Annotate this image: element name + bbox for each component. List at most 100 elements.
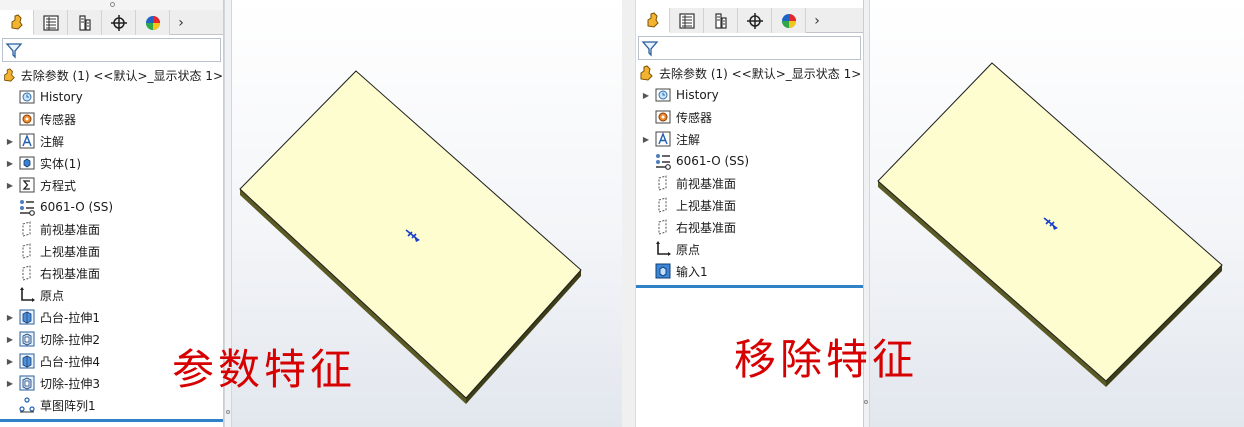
expand-spacer: [638, 219, 654, 235]
tree-node-origin[interactable]: 原点: [636, 238, 863, 260]
plane-icon: [22, 243, 31, 259]
tree-node-plane[interactable]: 上视基准面: [0, 240, 223, 262]
tab-bar: ›: [636, 8, 863, 33]
plane-icon: [22, 265, 31, 281]
grip-dot-icon: [109, 2, 115, 7]
tree-node-annotations[interactable]: ▶ 注解: [636, 128, 863, 150]
tree-node-plane[interactable]: 右视基准面: [0, 262, 223, 284]
configuration-manager-icon: [78, 14, 91, 31]
tree-node-label: 原点: [40, 288, 65, 303]
display-manager-icon: [781, 13, 796, 28]
tree-node-label: 传感器: [676, 110, 713, 125]
tree-node-sensors[interactable]: 传感器: [0, 108, 223, 130]
rollback-bar[interactable]: [0, 419, 223, 422]
sketch-pattern-icon: [19, 397, 35, 413]
expand-spacer: [638, 263, 654, 279]
tab-dimxpert[interactable]: [102, 10, 136, 35]
tab-display-manager[interactable]: [136, 10, 170, 35]
tree-node-origin[interactable]: 原点: [0, 284, 223, 306]
tab-configuration-manager[interactable]: [68, 10, 102, 35]
tab-feature-manager[interactable]: [0, 10, 34, 35]
sensors-icon: [19, 112, 35, 126]
filter-icon[interactable]: [641, 39, 659, 57]
tab-bar: ›: [0, 10, 223, 35]
origin-icon: [656, 241, 671, 256]
tree-node-label: 原点: [676, 242, 701, 257]
expand-arrow-icon[interactable]: ▶: [638, 131, 654, 147]
dimxpert-icon: [110, 14, 127, 31]
expand-arrow-icon[interactable]: ▶: [2, 155, 18, 171]
tree-node-plane[interactable]: 前视基准面: [0, 218, 223, 240]
part-icon: [640, 65, 653, 81]
panel-grip[interactable]: [0, 0, 223, 10]
part-icon: [4, 68, 15, 82]
plate-part-model[interactable]: [864, 0, 1244, 427]
display-manager-icon: [145, 15, 160, 30]
tree-node-sketch-pattern[interactable]: 草图阵列1: [0, 394, 223, 416]
boss-extrude-icon: [19, 353, 35, 369]
expand-spacer: [638, 109, 654, 125]
tree-node-label: 6061-O (SS): [676, 154, 750, 168]
tab-configuration-manager[interactable]: [704, 8, 738, 33]
tree-filter-bar[interactable]: [638, 36, 861, 60]
tree-node-label: 注解: [676, 132, 701, 147]
tab-feature-manager[interactable]: [636, 8, 670, 33]
tree-node-label: 6061-O (SS): [40, 200, 114, 214]
tree-node-annotations[interactable]: ▶ 注解: [0, 130, 223, 152]
tree-node-boss-extrude[interactable]: ▶ 凸台-拉伸1: [0, 306, 223, 328]
tree-root-part[interactable]: 去除参数 (1) <<默认>_显示状态 1>: [0, 64, 223, 86]
expand-arrow-icon[interactable]: ▶: [2, 353, 18, 369]
tree-node-plane[interactable]: 上视基准面: [636, 194, 863, 216]
expand-spacer: [638, 197, 654, 213]
expand-arrow-icon[interactable]: ▶: [2, 133, 18, 149]
caption-text: 参数特征: [172, 345, 357, 394]
tree-node-label: 上视基准面: [676, 198, 737, 213]
expand-spacer: [2, 397, 18, 413]
expand-spacer: [2, 243, 18, 259]
expand-spacer: [2, 199, 18, 215]
more-tabs-chevron-icon[interactable]: ›: [170, 10, 192, 35]
tree-node-sensors[interactable]: 传感器: [636, 106, 863, 128]
tab-property-manager[interactable]: [670, 8, 704, 33]
tree-node-equations[interactable]: ▶ 方程式: [0, 174, 223, 196]
tree-node-plane[interactable]: 右视基准面: [636, 216, 863, 238]
history-icon: [655, 88, 671, 102]
more-tabs-chevron-icon[interactable]: ›: [806, 8, 828, 33]
expand-arrow-icon[interactable]: ▶: [2, 375, 18, 391]
cut-extrude-icon: [19, 375, 35, 391]
tree-node-label: History: [676, 88, 719, 102]
tree-root-part[interactable]: 去除参数 (1) <<默认>_显示状态 1>: [636, 62, 863, 84]
tree-node-label: 注解: [40, 134, 65, 149]
expand-arrow-icon[interactable]: ▶: [638, 87, 654, 103]
tree-node-history[interactable]: ▶ History: [636, 84, 863, 106]
property-manager-icon: [678, 12, 695, 29]
sensors-icon: [655, 110, 671, 124]
expand-spacer: [2, 111, 18, 127]
plane-icon: [658, 219, 667, 235]
left-panel: › 去除参数 (1) <<默认>_显示状态 1> History 传感器 ▶ 注解 ▶ 实…: [0, 0, 622, 427]
tree-filter-bar[interactable]: [2, 38, 221, 62]
tree-node-plane[interactable]: 前视基准面: [636, 172, 863, 194]
graphics-area[interactable]: [864, 0, 1244, 427]
tree-node-imported-body[interactable]: 输入1: [636, 260, 863, 282]
expand-arrow-icon[interactable]: ▶: [2, 177, 18, 193]
boss-extrude-icon: [19, 309, 35, 325]
tree-node-history[interactable]: History: [0, 86, 223, 108]
history-icon: [19, 90, 35, 104]
expand-arrow-icon[interactable]: ▶: [2, 309, 18, 325]
left-gutter: [622, 0, 636, 427]
tab-property-manager[interactable]: [34, 10, 68, 35]
tree-node-solid-bodies[interactable]: ▶ 实体(1): [0, 152, 223, 174]
expand-arrow-icon[interactable]: ▶: [2, 331, 18, 347]
feature-manager-icon: [647, 12, 659, 28]
filter-icon[interactable]: [5, 41, 23, 59]
tab-display-manager[interactable]: [772, 8, 806, 33]
tree-node-label: 实体(1): [40, 156, 81, 171]
right-panel: › 去除参数 (1) <<默认>_显示状态 1> ▶ History 传感器 ▶ 注解 6…: [622, 0, 1244, 427]
tab-dimxpert[interactable]: [738, 8, 772, 33]
splitter-grip-icon: [226, 410, 230, 414]
caption-text: 移除特征: [734, 335, 919, 384]
rollback-bar[interactable]: [636, 285, 863, 288]
tree-node-material[interactable]: 6061-O (SS): [0, 196, 223, 218]
tree-node-material[interactable]: 6061-O (SS): [636, 150, 863, 172]
